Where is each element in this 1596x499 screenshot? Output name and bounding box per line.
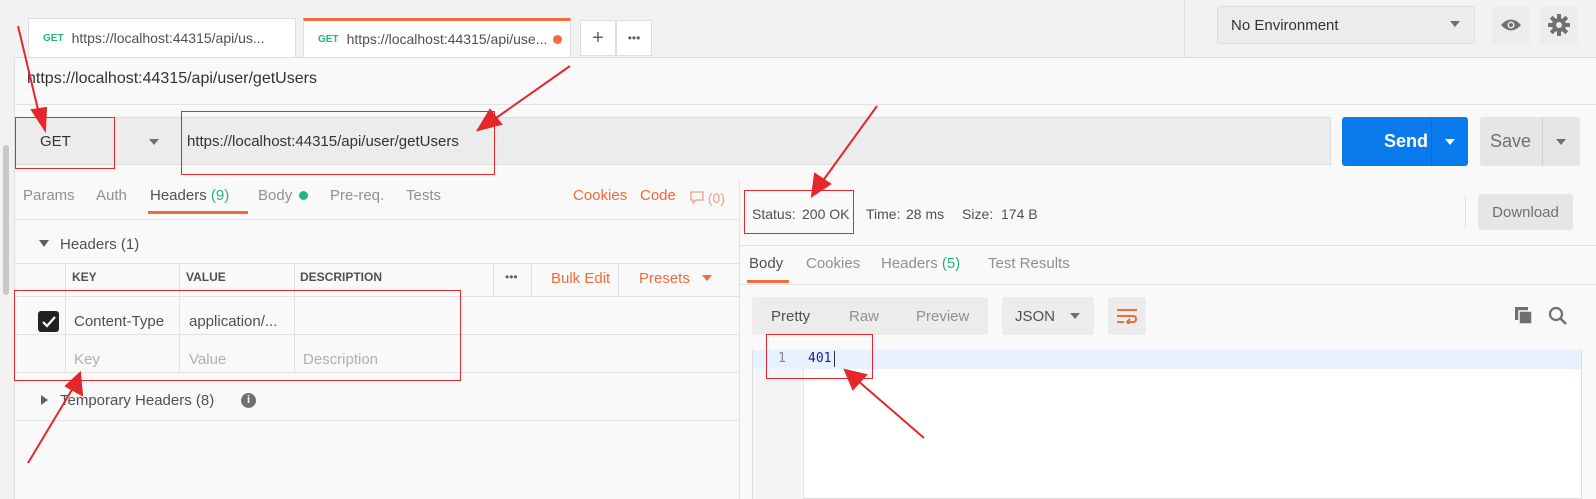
arrow-head bbox=[30, 106, 48, 134]
arrow-to-response bbox=[856, 379, 925, 439]
arrow-head bbox=[810, 172, 832, 199]
arrow-to-status bbox=[821, 105, 878, 183]
annotation-arrows bbox=[17, 25, 925, 464]
arrow-to-url bbox=[495, 65, 571, 119]
arrow-head bbox=[64, 370, 84, 397]
arrow-to-headers bbox=[27, 387, 74, 464]
arrow-to-method bbox=[17, 25, 41, 119]
arrow-head bbox=[475, 108, 503, 132]
